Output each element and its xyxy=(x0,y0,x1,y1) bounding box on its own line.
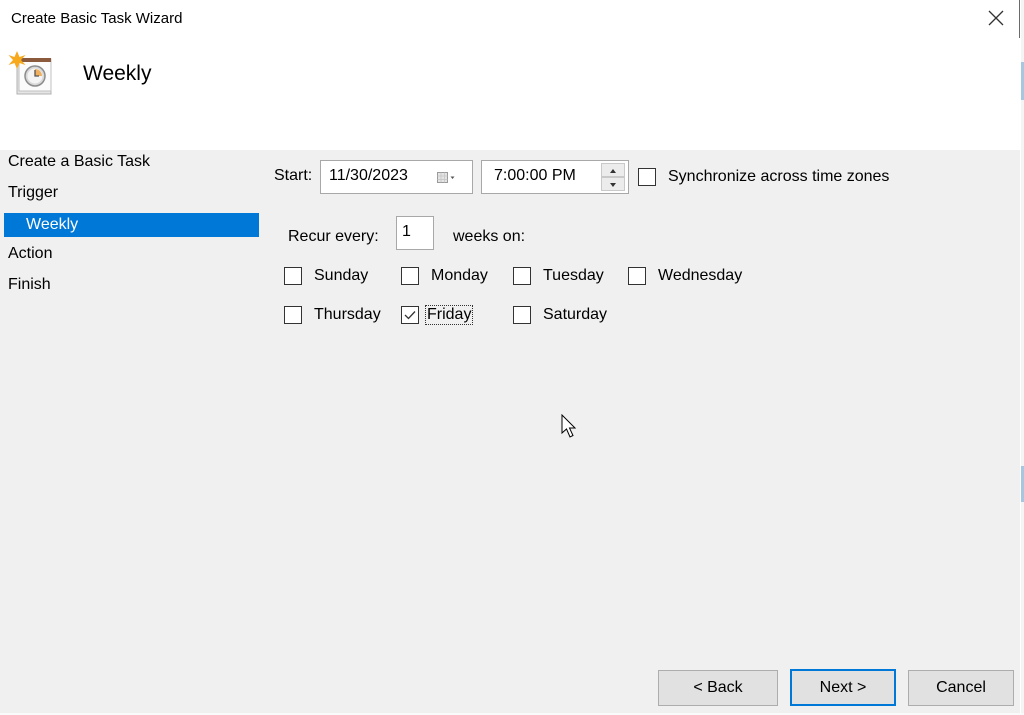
start-time-picker[interactable]: 7:00:00 PM xyxy=(481,160,629,194)
recur-every-input[interactable]: 1 xyxy=(396,216,434,250)
day-label: Thursday xyxy=(314,306,381,323)
back-button[interactable]: < Back xyxy=(658,670,778,706)
scheduled-task-clock-icon xyxy=(8,51,52,95)
checkbox-box[interactable] xyxy=(638,168,656,186)
day-label: Sunday xyxy=(314,267,369,284)
cancel-button[interactable]: Cancel xyxy=(908,670,1014,706)
arrow-down-icon xyxy=(610,183,616,187)
time-spin-up-button[interactable] xyxy=(601,163,625,177)
calendar-dropdown-icon[interactable] xyxy=(437,172,457,184)
close-button[interactable] xyxy=(976,2,1016,34)
checkbox-box[interactable] xyxy=(284,267,302,285)
checkbox-box[interactable] xyxy=(628,267,646,285)
day-checkbox-sunday[interactable]: Sunday xyxy=(284,266,370,286)
title-bar: Create Basic Task Wizard xyxy=(0,0,1020,38)
wizard-body: Create a Basic Task Trigger Weekly Actio… xyxy=(0,150,1020,713)
start-date-value: 11/30/2023 xyxy=(329,167,408,184)
sync-time-zones-label: Synchronize across time zones xyxy=(668,168,890,185)
day-label: Friday xyxy=(425,305,474,325)
day-checkbox-tuesday[interactable]: Tuesday xyxy=(513,266,606,286)
nav-step-finish[interactable]: Finish xyxy=(8,276,51,294)
day-checkbox-saturday[interactable]: Saturday xyxy=(513,305,609,325)
day-checkbox-friday[interactable]: Friday xyxy=(401,305,474,325)
day-label: Monday xyxy=(431,267,488,284)
start-label: Start: xyxy=(274,167,313,184)
nav-step-create-basic-task[interactable]: Create a Basic Task xyxy=(8,153,150,171)
checkbox-box[interactable] xyxy=(401,306,419,324)
sync-time-zones-checkbox[interactable]: Synchronize across time zones xyxy=(638,167,891,187)
nav-step-trigger[interactable]: Trigger xyxy=(8,184,58,202)
page-title: Weekly xyxy=(83,62,152,85)
checkbox-box[interactable] xyxy=(513,306,531,324)
checkbox-box[interactable] xyxy=(401,267,419,285)
day-checkbox-thursday[interactable]: Thursday xyxy=(284,305,383,325)
checkmark-icon xyxy=(404,311,416,320)
weeks-on-label: weeks on: xyxy=(453,228,526,245)
day-label: Wednesday xyxy=(658,267,743,284)
next-button[interactable]: Next > xyxy=(790,669,896,706)
day-checkbox-wednesday[interactable]: Wednesday xyxy=(628,266,744,286)
mouse-pointer-icon xyxy=(561,414,577,438)
day-checkbox-monday[interactable]: Monday xyxy=(401,266,490,286)
day-label: Tuesday xyxy=(543,267,604,284)
window-title: Create Basic Task Wizard xyxy=(11,10,183,27)
close-icon xyxy=(988,10,1004,26)
nav-step-action[interactable]: Action xyxy=(8,245,52,263)
nav-step-weekly[interactable]: Weekly xyxy=(4,213,259,237)
checkbox-box[interactable] xyxy=(513,267,531,285)
checkbox-box[interactable] xyxy=(284,306,302,324)
time-spin-down-button[interactable] xyxy=(601,177,625,191)
start-time-value: 7:00:00 PM xyxy=(494,167,576,184)
arrow-up-icon xyxy=(610,169,616,173)
day-label: Saturday xyxy=(543,306,608,323)
start-date-picker[interactable]: 11/30/2023 xyxy=(320,160,473,194)
recur-every-value: 1 xyxy=(402,223,411,240)
recur-every-label: Recur every: xyxy=(288,228,379,245)
wizard-header: Weekly xyxy=(0,38,1020,150)
create-basic-task-wizard-dialog: Create Basic Task Wizard Weekly Create a… xyxy=(0,0,1020,713)
